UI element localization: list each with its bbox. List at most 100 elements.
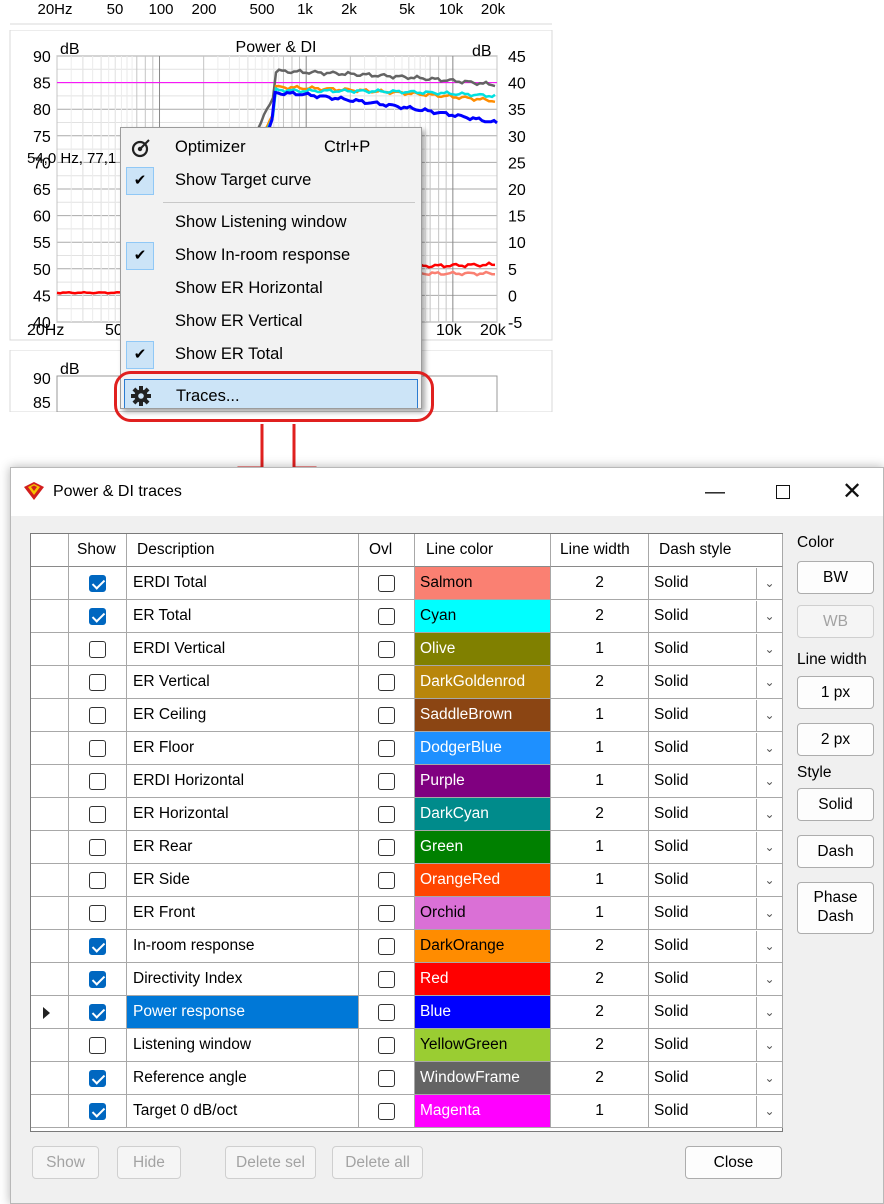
column-header-ovl[interactable]: Ovl bbox=[359, 534, 415, 567]
dash-style-combo[interactable]: Solid ⌄ bbox=[649, 930, 783, 963]
ovl-cell[interactable] bbox=[359, 1062, 415, 1095]
show-cell[interactable] bbox=[69, 699, 127, 732]
description-cell[interactable]: Target 0 dB/oct bbox=[127, 1095, 359, 1128]
dash-style-combo[interactable]: Solid ⌄ bbox=[649, 1062, 783, 1095]
description-cell[interactable]: Power response bbox=[127, 996, 359, 1029]
show-cell[interactable] bbox=[69, 831, 127, 864]
chevron-down-icon[interactable]: ⌄ bbox=[756, 898, 782, 929]
description-cell[interactable]: ER Ceiling bbox=[127, 699, 359, 732]
wb-button[interactable]: WB bbox=[797, 605, 874, 638]
delete-all-button[interactable]: Delete all bbox=[332, 1146, 423, 1179]
line-width-cell[interactable]: 1 bbox=[551, 864, 649, 897]
dash-style-combo[interactable]: Solid ⌄ bbox=[649, 864, 783, 897]
chevron-down-icon[interactable]: ⌄ bbox=[756, 997, 782, 1028]
show-checkbox[interactable] bbox=[89, 641, 106, 658]
ovl-checkbox[interactable] bbox=[378, 1037, 395, 1054]
column-header-description[interactable]: Description bbox=[127, 534, 359, 567]
ovl-cell[interactable] bbox=[359, 666, 415, 699]
row-header[interactable] bbox=[31, 831, 69, 864]
row-header[interactable] bbox=[31, 930, 69, 963]
ovl-cell[interactable] bbox=[359, 633, 415, 666]
line-width-1px-button[interactable]: 1 px bbox=[797, 676, 874, 709]
menu-item-show-er-horizontal[interactable]: Show ER Horizontal bbox=[121, 272, 421, 305]
show-cell[interactable] bbox=[69, 1062, 127, 1095]
dash-style-combo[interactable]: Solid ⌄ bbox=[649, 963, 783, 996]
show-cell[interactable] bbox=[69, 666, 127, 699]
line-color-cell[interactable]: Purple bbox=[415, 765, 551, 798]
line-width-cell[interactable]: 1 bbox=[551, 831, 649, 864]
ovl-checkbox[interactable] bbox=[378, 905, 395, 922]
ovl-cell[interactable] bbox=[359, 831, 415, 864]
ovl-checkbox[interactable] bbox=[378, 938, 395, 955]
dash-style-combo[interactable]: Solid ⌄ bbox=[649, 600, 783, 633]
dash-style-combo[interactable]: Solid ⌄ bbox=[649, 699, 783, 732]
show-cell[interactable] bbox=[69, 1095, 127, 1128]
chevron-down-icon[interactable]: ⌄ bbox=[756, 667, 782, 698]
show-checkbox[interactable] bbox=[89, 1004, 106, 1021]
solid-style-button[interactable]: Solid bbox=[797, 788, 874, 821]
description-cell[interactable]: In-room response bbox=[127, 930, 359, 963]
line-color-cell[interactable]: OrangeRed bbox=[415, 864, 551, 897]
line-color-cell[interactable]: DarkGoldenrod bbox=[415, 666, 551, 699]
ovl-checkbox[interactable] bbox=[378, 641, 395, 658]
description-cell[interactable]: ER Total bbox=[127, 600, 359, 633]
chevron-down-icon[interactable]: ⌄ bbox=[756, 568, 782, 599]
chevron-down-icon[interactable]: ⌄ bbox=[756, 1096, 782, 1127]
description-cell[interactable]: ER Vertical bbox=[127, 666, 359, 699]
description-cell[interactable]: ER Side bbox=[127, 864, 359, 897]
menu-item-show-target-curve[interactable]: ✔ Show Target curve bbox=[121, 164, 421, 197]
chevron-down-icon[interactable]: ⌄ bbox=[756, 601, 782, 632]
show-cell[interactable] bbox=[69, 1029, 127, 1062]
description-cell[interactable]: Listening window bbox=[127, 1029, 359, 1062]
ovl-cell[interactable] bbox=[359, 567, 415, 600]
description-cell[interactable]: ER Rear bbox=[127, 831, 359, 864]
line-color-cell[interactable]: Magenta bbox=[415, 1095, 551, 1128]
chevron-down-icon[interactable]: ⌄ bbox=[756, 766, 782, 797]
chevron-down-icon[interactable]: ⌄ bbox=[756, 964, 782, 995]
line-width-2px-button[interactable]: 2 px bbox=[797, 723, 874, 756]
show-checkbox[interactable] bbox=[89, 608, 106, 625]
show-checkbox[interactable] bbox=[89, 938, 106, 955]
line-color-cell[interactable]: YellowGreen bbox=[415, 1029, 551, 1062]
show-checkbox[interactable] bbox=[89, 971, 106, 988]
ovl-checkbox[interactable] bbox=[378, 674, 395, 691]
chevron-down-icon[interactable]: ⌄ bbox=[756, 1063, 782, 1094]
show-cell[interactable] bbox=[69, 897, 127, 930]
row-header[interactable] bbox=[31, 1062, 69, 1095]
chevron-down-icon[interactable]: ⌄ bbox=[756, 931, 782, 962]
ovl-checkbox[interactable] bbox=[378, 773, 395, 790]
row-header[interactable] bbox=[31, 798, 69, 831]
ovl-cell[interactable] bbox=[359, 1029, 415, 1062]
line-width-cell[interactable]: 1 bbox=[551, 633, 649, 666]
ovl-checkbox[interactable] bbox=[378, 971, 395, 988]
minimize-button[interactable]: — bbox=[691, 476, 739, 508]
row-header[interactable] bbox=[31, 633, 69, 666]
line-width-cell[interactable]: 1 bbox=[551, 732, 649, 765]
line-color-cell[interactable]: DarkCyan bbox=[415, 798, 551, 831]
ovl-cell[interactable] bbox=[359, 897, 415, 930]
maximize-button[interactable] bbox=[759, 476, 807, 508]
line-width-cell[interactable]: 2 bbox=[551, 963, 649, 996]
close-button[interactable]: Close bbox=[685, 1146, 782, 1179]
row-header[interactable] bbox=[31, 963, 69, 996]
line-color-cell[interactable]: Salmon bbox=[415, 567, 551, 600]
line-color-cell[interactable]: Olive bbox=[415, 633, 551, 666]
dash-style-combo[interactable]: Solid ⌄ bbox=[649, 1095, 783, 1128]
ovl-checkbox[interactable] bbox=[378, 839, 395, 856]
column-header-line-width[interactable]: Line width bbox=[551, 534, 649, 567]
ovl-checkbox[interactable] bbox=[378, 1103, 395, 1120]
row-header[interactable] bbox=[31, 864, 69, 897]
dash-style-combo[interactable]: Solid ⌄ bbox=[649, 798, 783, 831]
show-checkbox[interactable] bbox=[89, 905, 106, 922]
chevron-down-icon[interactable]: ⌄ bbox=[756, 733, 782, 764]
chevron-down-icon[interactable]: ⌄ bbox=[756, 799, 782, 830]
ovl-checkbox[interactable] bbox=[378, 707, 395, 724]
ovl-checkbox[interactable] bbox=[378, 872, 395, 889]
column-header-line-color[interactable]: Line color bbox=[415, 534, 551, 567]
ovl-checkbox[interactable] bbox=[378, 575, 395, 592]
description-cell[interactable]: ERDI Total bbox=[127, 567, 359, 600]
line-width-cell[interactable]: 2 bbox=[551, 567, 649, 600]
show-checkbox[interactable] bbox=[89, 839, 106, 856]
ovl-checkbox[interactable] bbox=[378, 1070, 395, 1087]
line-color-cell[interactable]: Blue bbox=[415, 996, 551, 1029]
